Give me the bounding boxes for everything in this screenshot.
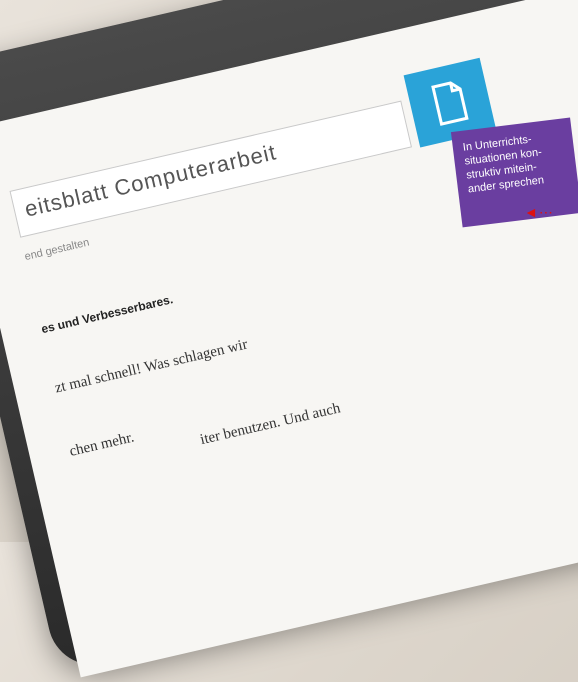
document-title: eitsblatt Computerarbeit [22, 139, 279, 222]
document-subtitle: end gestalten [23, 236, 91, 264]
communication-badge: In Unterrichts- situationen kon- strukti… [450, 117, 578, 228]
text-line: zt mal schnell! Was schlagen wir [53, 336, 250, 397]
text-line: chen mehr. [67, 429, 136, 460]
tablet-device: eitsblatt Computerarbeit end gestalten e… [0, 0, 578, 678]
tablet-screen: eitsblatt Computerarbeit end gestalten e… [0, 0, 578, 678]
text-line: es und Verbesserbares. [39, 292, 175, 337]
text-line: iter benutzen. Und auch [198, 400, 342, 449]
left-arrow-icon: ◄⋯ [524, 204, 554, 220]
document-title-box: eitsblatt Computerarbeit [9, 100, 412, 238]
